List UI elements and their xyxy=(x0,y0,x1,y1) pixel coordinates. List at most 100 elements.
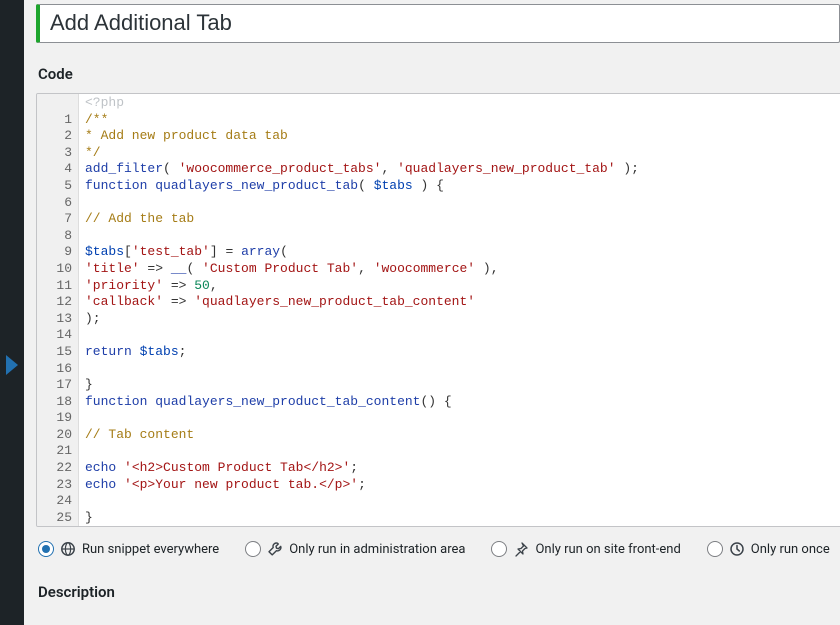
line-content[interactable]: /** xyxy=(79,112,840,129)
line-number: 24 xyxy=(37,493,79,510)
line-content[interactable]: echo '<h2>Custom Product Tab</h2>'; xyxy=(79,460,840,477)
code-line[interactable]: 17} xyxy=(37,377,840,394)
line-content[interactable] xyxy=(79,327,840,344)
line-content[interactable]: */ xyxy=(79,145,840,162)
line-number: 20 xyxy=(37,427,79,444)
run-option-frontend[interactable]: Only run on site front-end xyxy=(491,541,680,557)
line-number: 23 xyxy=(37,477,79,494)
code-line[interactable]: 18function quadlayers_new_product_tab_co… xyxy=(37,394,840,411)
line-content[interactable]: 'callback' => 'quadlayers_new_product_ta… xyxy=(79,294,840,311)
line-number: 1 xyxy=(37,112,79,129)
code-line[interactable]: 21 xyxy=(37,443,840,460)
line-number: 19 xyxy=(37,410,79,427)
line-content[interactable] xyxy=(79,228,840,245)
run-option-once[interactable]: Only run once xyxy=(707,541,830,557)
code-line[interactable]: 22echo '<h2>Custom Product Tab</h2>'; xyxy=(37,460,840,477)
code-line[interactable]: 9$tabs['test_tab'] = array( xyxy=(37,244,840,261)
run-option-label: Only run on site front-end xyxy=(535,542,680,557)
run-option-admin[interactable]: Only run in administration area xyxy=(245,541,465,557)
line-number: 9 xyxy=(37,244,79,261)
line-number: 16 xyxy=(37,361,79,378)
radio-indicator[interactable] xyxy=(491,541,507,557)
line-content[interactable] xyxy=(79,410,840,427)
code-line[interactable]: 14 xyxy=(37,327,840,344)
line-content[interactable]: // Add the tab xyxy=(79,211,840,228)
line-number: 5 xyxy=(37,178,79,195)
pin-icon xyxy=(513,541,529,557)
line-number: 14 xyxy=(37,327,79,344)
line-content[interactable]: } xyxy=(79,377,840,394)
line-content[interactable]: $tabs['test_tab'] = array( xyxy=(79,244,840,261)
code-line[interactable]: 13); xyxy=(37,311,840,328)
clock-icon xyxy=(729,541,745,557)
run-option-label: Only run in administration area xyxy=(289,542,465,557)
code-line[interactable]: 8 xyxy=(37,228,840,245)
code-line[interactable]: 11'priority' => 50, xyxy=(37,278,840,295)
run-scope-options: Run snippet everywhere Only run in admini… xyxy=(36,527,840,561)
code-line[interactable]: 19 xyxy=(37,410,840,427)
radio-indicator[interactable] xyxy=(707,541,723,557)
line-content[interactable] xyxy=(79,195,840,212)
php-open-tag: <?php xyxy=(79,94,130,112)
code-line[interactable]: 4add_filter( 'woocommerce_product_tabs',… xyxy=(37,161,840,178)
admin-sidebar-collapsed xyxy=(0,0,24,625)
code-line[interactable]: 2* Add new product data tab xyxy=(37,128,840,145)
code-line[interactable]: 6 xyxy=(37,195,840,212)
radio-indicator[interactable] xyxy=(38,541,54,557)
gutter-blank xyxy=(37,94,79,112)
line-number: 17 xyxy=(37,377,79,394)
radio-indicator[interactable] xyxy=(245,541,261,557)
line-number: 7 xyxy=(37,211,79,228)
code-line[interactable]: 15return $tabs; xyxy=(37,344,840,361)
line-content[interactable]: function quadlayers_new_product_tab_cont… xyxy=(79,394,840,411)
code-line[interactable]: 3*/ xyxy=(37,145,840,162)
line-number: 8 xyxy=(37,228,79,245)
line-number: 18 xyxy=(37,394,79,411)
line-number: 25 xyxy=(37,510,79,527)
code-line[interactable]: 1/** xyxy=(37,112,840,129)
run-option-everywhere[interactable]: Run snippet everywhere xyxy=(38,541,219,557)
wrench-icon xyxy=(267,541,283,557)
line-number: 13 xyxy=(37,311,79,328)
line-number: 22 xyxy=(37,460,79,477)
main-content: Code <?php 1/**2* Add new product data t… xyxy=(24,0,840,625)
snippet-title-input[interactable] xyxy=(36,4,840,43)
line-content[interactable]: } xyxy=(79,510,840,527)
line-number: 2 xyxy=(37,128,79,145)
line-content[interactable]: 'title' => __( 'Custom Product Tab', 'wo… xyxy=(79,261,840,278)
line-content[interactable] xyxy=(79,443,840,460)
code-editor[interactable]: <?php 1/**2* Add new product data tab3*/… xyxy=(36,93,840,528)
line-content[interactable]: function quadlayers_new_product_tab( $ta… xyxy=(79,178,840,195)
line-number: 11 xyxy=(37,278,79,295)
line-content[interactable] xyxy=(79,361,840,378)
line-number: 21 xyxy=(37,443,79,460)
line-content[interactable] xyxy=(79,493,840,510)
line-content[interactable]: ); xyxy=(79,311,840,328)
code-line[interactable]: 5function quadlayers_new_product_tab( $t… xyxy=(37,178,840,195)
code-section-heading: Code xyxy=(38,65,840,83)
line-number: 6 xyxy=(37,195,79,212)
line-number: 4 xyxy=(37,161,79,178)
code-line[interactable]: 7// Add the tab xyxy=(37,211,840,228)
code-line[interactable]: 16 xyxy=(37,361,840,378)
line-number: 10 xyxy=(37,261,79,278)
run-option-label: Run snippet everywhere xyxy=(82,542,219,557)
run-option-label: Only run once xyxy=(751,542,830,557)
code-line[interactable]: 12'callback' => 'quadlayers_new_product_… xyxy=(37,294,840,311)
sidebar-expand-handle[interactable] xyxy=(6,355,18,375)
line-content[interactable]: 'priority' => 50, xyxy=(79,278,840,295)
description-section-heading: Description xyxy=(38,583,840,601)
code-line[interactable]: 25} xyxy=(37,510,840,527)
code-line[interactable]: 23echo '<p>Your new product tab.</p>'; xyxy=(37,477,840,494)
line-content[interactable]: // Tab content xyxy=(79,427,840,444)
line-content[interactable]: add_filter( 'woocommerce_product_tabs', … xyxy=(79,161,840,178)
code-line[interactable]: 10'title' => __( 'Custom Product Tab', '… xyxy=(37,261,840,278)
line-number: 15 xyxy=(37,344,79,361)
line-number: 3 xyxy=(37,145,79,162)
code-line[interactable]: 20// Tab content xyxy=(37,427,840,444)
line-number: 12 xyxy=(37,294,79,311)
line-content[interactable]: return $tabs; xyxy=(79,344,840,361)
code-line[interactable]: 24 xyxy=(37,493,840,510)
line-content[interactable]: * Add new product data tab xyxy=(79,128,840,145)
line-content[interactable]: echo '<p>Your new product tab.</p>'; xyxy=(79,477,840,494)
